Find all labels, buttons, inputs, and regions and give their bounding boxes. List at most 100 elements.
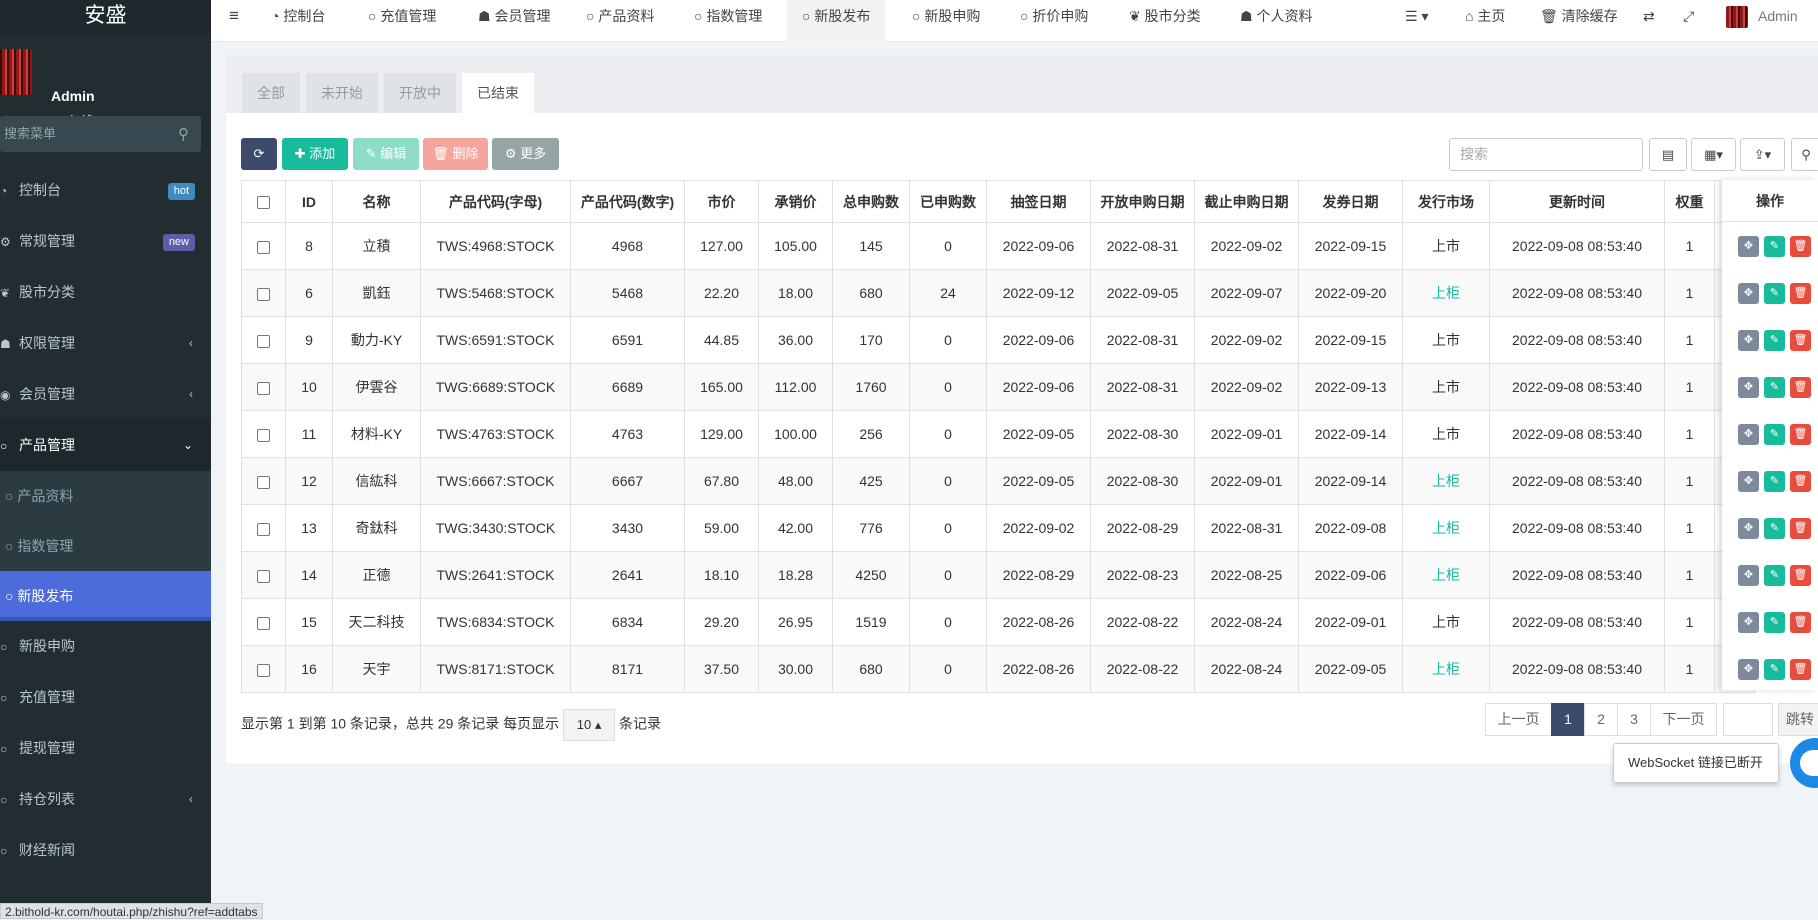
- toggle-view-button[interactable]: ▤: [1649, 138, 1687, 171]
- row-checkbox[interactable]: [257, 522, 270, 536]
- column-header[interactable]: 截止申购日期: [1194, 180, 1299, 223]
- sidebar-item-market-category[interactable]: ❦ 股市分类: [0, 267, 211, 318]
- column-header[interactable]: 产品代码(数字): [570, 180, 685, 223]
- drag-handle-icon[interactable]: ✥: [1738, 330, 1759, 351]
- edit-row-icon[interactable]: ✎: [1764, 659, 1785, 680]
- next-page-button[interactable]: 下一页: [1650, 703, 1717, 736]
- table-search-input[interactable]: 搜索: [1449, 138, 1643, 171]
- edit-row-icon[interactable]: ✎: [1764, 471, 1785, 492]
- table-row[interactable]: 16 天宇 TWS:8171:STOCK 8171 37.50 30.00 680 0 2022…: [241, 645, 1755, 693]
- column-header[interactable]: 总申购数: [832, 180, 910, 223]
- page-3-button[interactable]: 3: [1617, 703, 1651, 736]
- column-header[interactable]: 发行市场: [1402, 180, 1490, 223]
- page-size-select[interactable]: 10 ▴: [563, 709, 616, 741]
- tab-members[interactable]: ☗ 会员管理: [478, 0, 550, 42]
- filter-tab-open[interactable]: 开放中: [384, 73, 456, 113]
- tab-product-info[interactable]: ○ 产品资料: [586, 0, 654, 42]
- tab-subscribe[interactable]: ○ 新股申购: [912, 0, 980, 42]
- drag-handle-icon[interactable]: ✥: [1738, 424, 1759, 445]
- table-row[interactable]: 14 正德 TWS:2641:STOCK 2641 18.10 18.28 4250 0 202…: [241, 551, 1755, 599]
- sidebar-item-positions[interactable]: ○ 持仓列表 ‹: [0, 774, 211, 825]
- edit-row-icon[interactable]: ✎: [1764, 424, 1785, 445]
- sidebar-item-products[interactable]: ○ 产品管理 ⌄: [0, 420, 211, 471]
- sidebar-item-subscribe[interactable]: ○ 新股申购: [0, 621, 211, 672]
- page-1-button[interactable]: 1: [1551, 703, 1585, 736]
- delete-row-icon[interactable]: 🗑: [1790, 236, 1811, 257]
- sidebar-item-withdraw[interactable]: ○ 提现管理: [0, 723, 211, 774]
- edit-row-icon[interactable]: ✎: [1764, 377, 1785, 398]
- drag-handle-icon[interactable]: ✥: [1738, 377, 1759, 398]
- app-logo[interactable]: 安盛: [0, 0, 211, 35]
- column-header[interactable]: 权重: [1664, 180, 1715, 223]
- drag-handle-icon[interactable]: ✥: [1738, 612, 1759, 633]
- column-header[interactable]: 名称: [332, 180, 421, 223]
- table-row[interactable]: 10 伊雲谷 TWG:6689:STOCK 6689 165.00 112.00 1760 0…: [241, 363, 1755, 411]
- column-header[interactable]: 抽签日期: [986, 180, 1091, 223]
- translate-icon[interactable]: ⇄: [1643, 0, 1655, 42]
- jump-button[interactable]: 跳转: [1778, 703, 1818, 736]
- delete-row-icon[interactable]: 🗑: [1790, 518, 1811, 539]
- search-toggle-button[interactable]: ⚲: [1791, 138, 1818, 171]
- delete-row-icon[interactable]: 🗑: [1790, 424, 1811, 445]
- column-header[interactable]: 承销价: [758, 180, 833, 223]
- delete-row-icon[interactable]: 🗑: [1790, 659, 1811, 680]
- filter-tab-ended[interactable]: 已结束: [462, 73, 534, 113]
- row-checkbox[interactable]: [257, 663, 270, 677]
- delete-row-icon[interactable]: 🗑: [1790, 377, 1811, 398]
- delete-row-icon[interactable]: 🗑: [1790, 565, 1811, 586]
- column-header[interactable]: 更新时间: [1489, 180, 1665, 223]
- delete-row-icon[interactable]: 🗑: [1790, 283, 1811, 304]
- edit-row-icon[interactable]: ✎: [1764, 612, 1785, 633]
- tab-new-stock[interactable]: ○ 新股发布: [787, 0, 886, 42]
- row-checkbox[interactable]: [257, 240, 270, 254]
- filter-tab-all[interactable]: 全部: [242, 73, 300, 113]
- sidebar-item-news[interactable]: ○ 财经新闻: [0, 825, 211, 876]
- fullscreen-icon[interactable]: ⤢: [1683, 0, 1694, 42]
- jump-page-input[interactable]: [1723, 703, 1773, 736]
- row-checkbox[interactable]: [257, 334, 270, 348]
- drag-handle-icon[interactable]: ✥: [1738, 236, 1759, 257]
- sidebar-subitem-new-stock[interactable]: ○ 新股发布: [0, 571, 211, 621]
- export-button[interactable]: ⇪▾: [1740, 138, 1785, 171]
- delete-button[interactable]: 🗑 删除: [423, 138, 488, 170]
- delete-row-icon[interactable]: 🗑: [1790, 330, 1811, 351]
- drag-handle-icon[interactable]: ✥: [1738, 659, 1759, 680]
- column-header[interactable]: 开放申购日期: [1090, 180, 1195, 223]
- tab-index[interactable]: ○ 指数管理: [694, 0, 762, 42]
- tab-recharge[interactable]: ○ 充值管理: [368, 0, 436, 42]
- column-header[interactable]: 产品代码(字母): [420, 180, 571, 223]
- sidebar-subitem-index[interactable]: ○ 指数管理: [0, 521, 211, 571]
- row-checkbox[interactable]: [257, 616, 270, 630]
- tab-profile[interactable]: ☗ 个人资料: [1240, 0, 1312, 42]
- drag-handle-icon[interactable]: ✥: [1738, 518, 1759, 539]
- edit-row-icon[interactable]: ✎: [1764, 283, 1785, 304]
- table-row[interactable]: 13 奇鈦科 TWG:3430:STOCK 3430 59.00 42.00 776 0 202…: [241, 504, 1755, 552]
- table-row[interactable]: 6 凱鈺 TWS:5468:STOCK 5468 22.20 18.00 680 24 2022…: [241, 269, 1755, 317]
- column-header[interactable]: ID: [285, 180, 333, 223]
- row-checkbox[interactable]: [257, 569, 270, 583]
- column-header[interactable]: 发券日期: [1298, 180, 1403, 223]
- tab-discount[interactable]: ○ 折价申购: [1020, 0, 1088, 42]
- column-header[interactable]: 已申购数: [909, 180, 987, 223]
- sidebar-item-general[interactable]: ⚙ 常规管理 new: [0, 216, 211, 267]
- add-button[interactable]: ✚ 添加: [282, 138, 348, 170]
- row-checkbox[interactable]: [257, 381, 270, 395]
- clear-cache-button[interactable]: 🗑 清除缓存: [1540, 0, 1618, 42]
- tabs-dropdown-button[interactable]: ☰ ▾: [1405, 0, 1428, 42]
- edit-button[interactable]: ✎ 编辑: [353, 138, 419, 170]
- columns-button[interactable]: ▦▾: [1691, 138, 1736, 171]
- drag-handle-icon[interactable]: ✥: [1738, 565, 1759, 586]
- more-button[interactable]: ⚙ 更多: [492, 138, 559, 170]
- sidebar-item-members[interactable]: ◉ 会员管理 ‹: [0, 369, 211, 420]
- home-link[interactable]: ⌂ 主页: [1465, 0, 1505, 42]
- table-row[interactable]: 15 天二科技 TWS:6834:STOCK 6834 29.20 26.95 1519 0 2…: [241, 598, 1755, 646]
- tab-dashboard[interactable]: ◔ 控制台: [271, 0, 325, 42]
- sidebar-item-permissions[interactable]: ☗ 权限管理 ‹: [0, 318, 211, 369]
- edit-row-icon[interactable]: ✎: [1764, 565, 1785, 586]
- refresh-button[interactable]: ⟳: [241, 138, 277, 170]
- edit-row-icon[interactable]: ✎: [1764, 518, 1785, 539]
- tab-market-category[interactable]: ❦ 股市分类: [1129, 0, 1201, 42]
- search-icon[interactable]: ⚲: [178, 117, 189, 153]
- row-checkbox[interactable]: [257, 428, 270, 442]
- sidebar-subitem-product-info[interactable]: ○ 产品资料: [0, 471, 211, 521]
